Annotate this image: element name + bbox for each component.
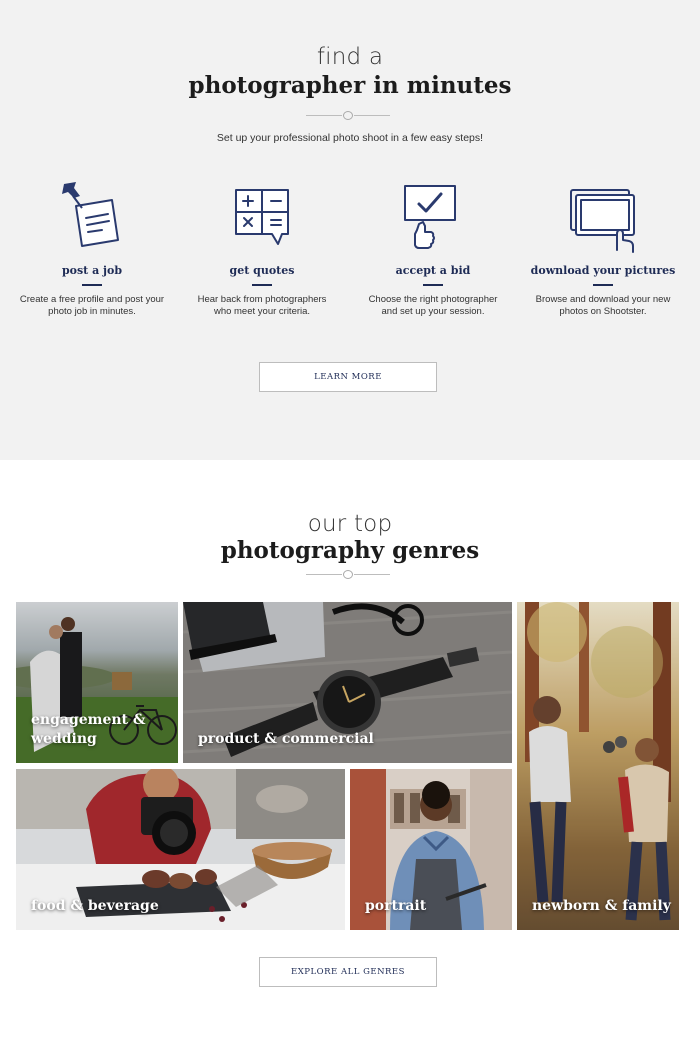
step-label: post a job [61, 264, 123, 277]
step-label: get quotes [229, 264, 295, 277]
step-description-line: who meet your criteria. [213, 306, 311, 317]
genre-tile-engagement-wedding[interactable]: engagement & wedding [16, 602, 178, 763]
step-get-quotes: get quotes Hear back from photographers … [177, 178, 347, 317]
genre-caption: product & commercial [198, 730, 374, 749]
explore-all-genres-button[interactable]: EXPLORE ALL GENRES [259, 957, 437, 987]
genre-caption: food & beverage [31, 897, 159, 916]
genre-tile-newborn-family[interactable]: newborn & family [517, 602, 679, 930]
genres-section: our top photography genres engagement & … [0, 460, 700, 1039]
calculator-icon [235, 189, 289, 245]
thumbs-up-check-icon [404, 185, 456, 249]
section-title-light: our top [307, 511, 393, 537]
step-description-line: Create a free profile and post your [19, 294, 165, 305]
step-underline [82, 284, 102, 286]
step-label: download your pictures [530, 264, 676, 277]
step-accept-a-bid: accept a bid Choose the right photograph… [348, 178, 518, 317]
genre-caption: newborn & family [532, 897, 671, 916]
step-underline [252, 284, 272, 286]
genre-tile-food-beverage[interactable]: food & beverage [16, 769, 345, 930]
step-download-pictures: download your pictures Browse and downlo… [518, 178, 688, 317]
how-it-works-section: find a photographer in minutes Set up yo… [0, 0, 700, 460]
family-photo [517, 602, 679, 930]
touch-screen-icon [570, 189, 635, 253]
step-label: accept a bid [395, 264, 471, 277]
genre-caption: portrait [365, 897, 426, 916]
genre-tile-portrait[interactable]: portrait [350, 769, 512, 930]
genre-caption-line: portrait [365, 898, 427, 914]
step-underline [423, 284, 443, 286]
step-description-line: photo job in minutes. [48, 306, 136, 317]
genre-tile-product-commercial[interactable]: product & commercial [183, 602, 512, 763]
section-title-bold: photographer in minutes [188, 72, 512, 99]
step-description-line: Choose the right photographer [368, 294, 498, 305]
step-description: Choose the right photographer and set up… [348, 294, 518, 318]
section-divider [306, 111, 390, 121]
genre-caption-line: newborn & family [532, 898, 671, 914]
step-description-line: photos on Shootster. [559, 306, 647, 317]
section-title-bold: photography genres [220, 537, 480, 564]
genre-caption-line: product & commercial [198, 731, 374, 747]
genre-caption-line: wedding [31, 731, 97, 747]
step-description-line: and set up your session. [381, 306, 485, 317]
genre-caption-line: engagement & [31, 712, 146, 728]
step-description: Hear back from photographers who meet yo… [177, 294, 347, 318]
section-title-light: find a [316, 44, 384, 70]
step-underline [593, 284, 613, 286]
step-description-line: Hear back from photographers [197, 294, 327, 305]
section-subtitle: Set up your professional photo shoot in … [216, 132, 484, 144]
step-description: Browse and download your new photos on S… [518, 294, 688, 318]
section-divider [306, 570, 390, 580]
pin-note-icon [62, 182, 119, 247]
step-description: Create a free profile and post your phot… [7, 294, 177, 318]
step-description-line: Browse and download your new [535, 294, 671, 305]
step-post-a-job: post a job Create a free profile and pos… [7, 178, 177, 317]
genre-caption-line: food & beverage [31, 898, 159, 914]
learn-more-button[interactable]: LEARN MORE [259, 362, 437, 392]
genre-caption: engagement & wedding [31, 711, 146, 749]
